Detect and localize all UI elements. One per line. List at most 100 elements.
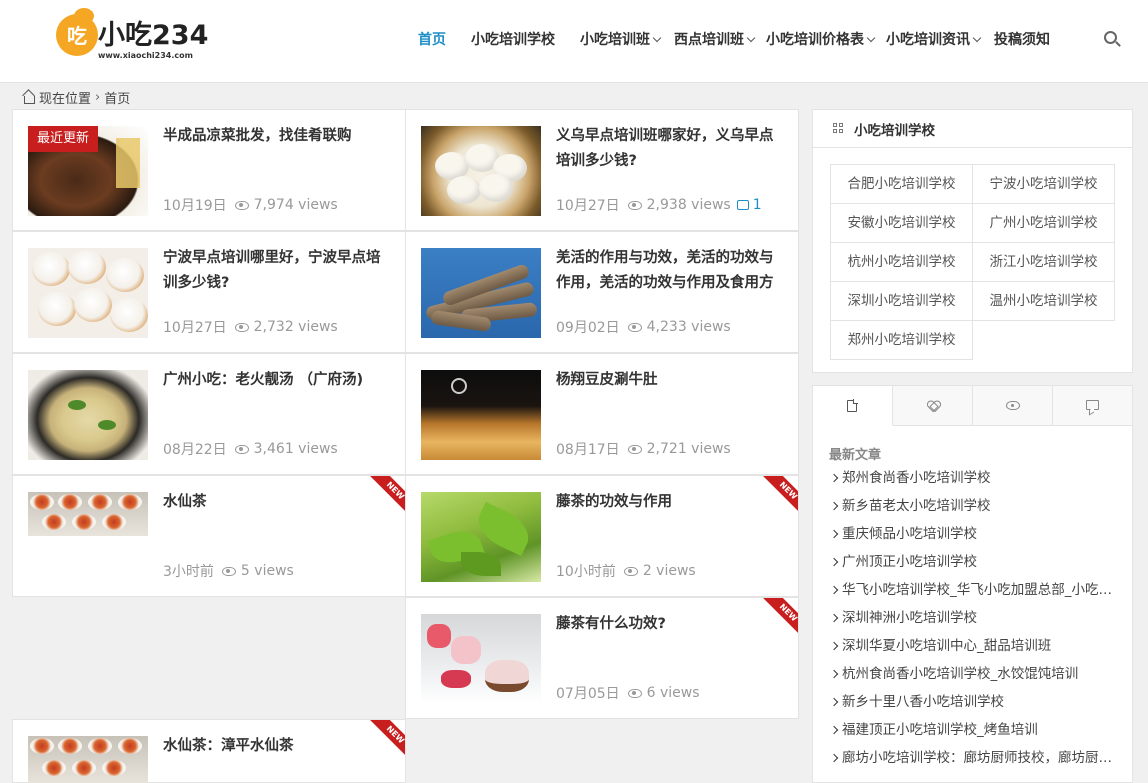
new-ribbon-label: NEW [762, 598, 798, 634]
latest-update-badge: 最近更新 [28, 126, 99, 152]
list-item[interactable]: 华飞小吃培训学校_华飞小吃加盟总部_小吃培训 [831, 579, 1121, 607]
article-thumbnail[interactable] [28, 736, 148, 783]
article-title[interactable]: 义乌早点培训班哪家好，义乌早点培训多少钱? [556, 124, 784, 176]
nav-item-price-list[interactable]: 小吃培训价格表 [766, 29, 876, 49]
eye-icon [627, 444, 642, 454]
school-link[interactable]: 温州小吃培训学校 [972, 281, 1115, 321]
widget-tabs [813, 386, 1132, 426]
school-link[interactable]: 安徽小吃培训学校 [830, 203, 973, 243]
main-nav: 首页 小吃培训学校 小吃培训班 西点培训班 小吃培训价格表 小吃培训资讯 投稿须… [418, 26, 1050, 52]
list-item[interactable]: 深圳华夏小吃培训中心_甜品培训班 [831, 635, 1121, 663]
article-title[interactable]: 杨翔豆皮涮牛肚 [556, 368, 784, 420]
article-thumbnail[interactable] [421, 614, 541, 704]
chevron-down-icon [746, 33, 756, 42]
article-date: 07月05日 [556, 686, 620, 702]
tab-popular[interactable] [893, 386, 973, 426]
article-card[interactable]: 藤茶有什么功效? 07月05日 6 views NEW [405, 597, 799, 719]
article-meta: 10月27日 2,938 views 1 [556, 195, 762, 215]
article-thumbnail[interactable]: 最近更新 [28, 126, 148, 216]
article-title[interactable]: 广州小吃：老火靓汤 （广府汤) [163, 368, 391, 420]
article-card[interactable]: 水仙茶：漳平水仙茶 NEW [12, 719, 406, 783]
new-ribbon-label: NEW [369, 476, 405, 512]
article-date: 10月27日 [163, 320, 227, 336]
article-views: 3,461 views [253, 441, 338, 457]
article-thumbnail[interactable] [28, 370, 148, 460]
nav-item-home[interactable]: 首页 [418, 29, 446, 49]
school-link[interactable]: 郑州小吃培训学校 [830, 320, 973, 360]
article-title[interactable]: 藤茶的功效与作用 [556, 490, 784, 542]
site-header: 吃 小吃234 www.xiaochi234.com 首页 小吃培训学校 小吃培… [0, 0, 1148, 83]
article-card[interactable]: 最近更新 半成品凉菜批发，找佳肴联购 10月19日 7,974 views [12, 109, 406, 231]
chevron-down-icon [866, 33, 876, 42]
article-title[interactable]: 羌活的作用与功效，羌活的功效与作用，羌活的功效与作用及食用方法 [556, 246, 784, 298]
school-link[interactable]: 广州小吃培训学校 [972, 203, 1115, 243]
article-card[interactable]: 羌活的作用与功效，羌活的功效与作用，羌活的功效与作用及食用方法 09月02日 4,… [405, 231, 799, 353]
article-card[interactable]: 宁波早点培训哪里好，宁波早点培训多少钱? 10月27日 2,732 views [12, 231, 406, 353]
article-views: 2,938 views [646, 197, 731, 213]
nav-item-pastry-classes[interactable]: 西点培训班 [674, 29, 756, 49]
article-thumbnail[interactable] [421, 492, 541, 582]
article-date: 10月19日 [163, 198, 227, 214]
article-thumbnail[interactable] [28, 492, 148, 536]
nav-item-submission[interactable]: 投稿须知 [994, 29, 1050, 49]
article-card[interactable]: 杨翔豆皮涮牛肚 08月17日 2,721 views [405, 353, 799, 475]
list-item[interactable]: 新乡苗老太小吃培训学校 [831, 495, 1121, 523]
list-item[interactable]: 新乡十里八香小吃培训学校 [831, 691, 1121, 719]
article-meta: 09月02日 4,233 views [556, 317, 731, 337]
list-item[interactable]: 广州顶正小吃培训学校 [831, 551, 1121, 579]
article-title[interactable]: 半成品凉菜批发，找佳肴联购 [163, 124, 391, 176]
nav-item-schools[interactable]: 小吃培训学校 [471, 29, 555, 49]
logo-mark: 吃 [56, 8, 98, 56]
chevron-right-icon [831, 753, 839, 763]
chevron-right-icon [831, 641, 839, 651]
school-link[interactable]: 浙江小吃培训学校 [972, 242, 1115, 282]
breadcrumb-home-link[interactable]: 首页 [104, 88, 130, 107]
article-thumbnail[interactable] [421, 126, 541, 216]
new-ribbon-label: NEW [369, 720, 405, 756]
list-item[interactable]: 福建顶正小吃培训学校_烤鱼培训 [831, 719, 1121, 747]
school-link[interactable]: 杭州小吃培训学校 [830, 242, 973, 282]
comment-icon [736, 200, 749, 210]
eye-icon [234, 322, 249, 332]
tab-most-viewed[interactable] [973, 386, 1053, 426]
eye-icon [623, 566, 638, 576]
list-item-label: 华飞小吃培训学校_华飞小吃加盟总部_小吃培训 [842, 582, 1121, 598]
new-ribbon: NEW [762, 598, 798, 634]
nav-label: 投稿须知 [994, 32, 1050, 48]
article-thumbnail[interactable] [28, 248, 148, 338]
list-item[interactable]: 郑州食尚香小吃培训学校 [831, 467, 1121, 495]
article-card[interactable]: 义乌早点培训班哪家好，义乌早点培训多少钱? 10月27日 2,938 views 1 [405, 109, 799, 231]
tab-comments[interactable] [1053, 386, 1132, 426]
article-card[interactable]: 藤茶的功效与作用 10小时前 2 views NEW [405, 475, 799, 597]
article-thumbnail[interactable] [421, 248, 541, 338]
school-link[interactable]: 宁波小吃培训学校 [972, 164, 1115, 204]
comment-count[interactable]: 1 [753, 197, 762, 213]
list-item-label: 新乡十里八香小吃培训学校 [842, 694, 1004, 710]
chevron-down-icon [652, 33, 662, 42]
article-thumbnail[interactable] [421, 370, 541, 460]
search-icon[interactable] [1104, 31, 1117, 44]
article-title[interactable]: 水仙茶：漳平水仙茶 [163, 734, 391, 783]
article-meta: 3小时前 5 views [163, 561, 294, 581]
latest-posts-widget: 最新文章 郑州食尚香小吃培训学校 新乡苗老太小吃培训学校 重庆倾品小吃培训学校 … [812, 385, 1133, 783]
school-link[interactable]: 合肥小吃培训学校 [830, 164, 973, 204]
site-logo[interactable]: 吃 小吃234 www.xiaochi234.com [56, 8, 208, 62]
new-ribbon: NEW [369, 476, 405, 512]
article-date: 09月02日 [556, 320, 620, 336]
article-title[interactable]: 藤茶有什么功效? [556, 612, 784, 664]
list-item[interactable]: 杭州食尚香小吃培训学校_水饺馄饨培训 [831, 663, 1121, 691]
new-ribbon: NEW [369, 720, 405, 756]
chevron-right-icon [831, 669, 839, 679]
nav-label: 小吃培训资讯 [886, 32, 970, 48]
list-item[interactable]: 深圳神洲小吃培训学校 [831, 607, 1121, 635]
school-link[interactable]: 深圳小吃培训学校 [830, 281, 973, 321]
list-item[interactable]: 重庆倾品小吃培训学校 [831, 523, 1121, 551]
article-card[interactable]: 水仙茶 3小时前 5 views NEW [12, 475, 406, 597]
article-title[interactable]: 宁波早点培训哪里好，宁波早点培训多少钱? [163, 246, 391, 298]
article-title[interactable]: 水仙茶 [163, 490, 391, 542]
tab-latest[interactable] [813, 386, 893, 426]
article-card[interactable]: 广州小吃：老火靓汤 （广府汤) 08月22日 3,461 views [12, 353, 406, 475]
nav-item-news[interactable]: 小吃培训资讯 [886, 29, 982, 49]
nav-item-snack-classes[interactable]: 小吃培训班 [580, 29, 662, 49]
list-item[interactable]: 廊坊小吃培训学校：廊坊厨师技校，廊坊厨师培训 [831, 747, 1121, 775]
